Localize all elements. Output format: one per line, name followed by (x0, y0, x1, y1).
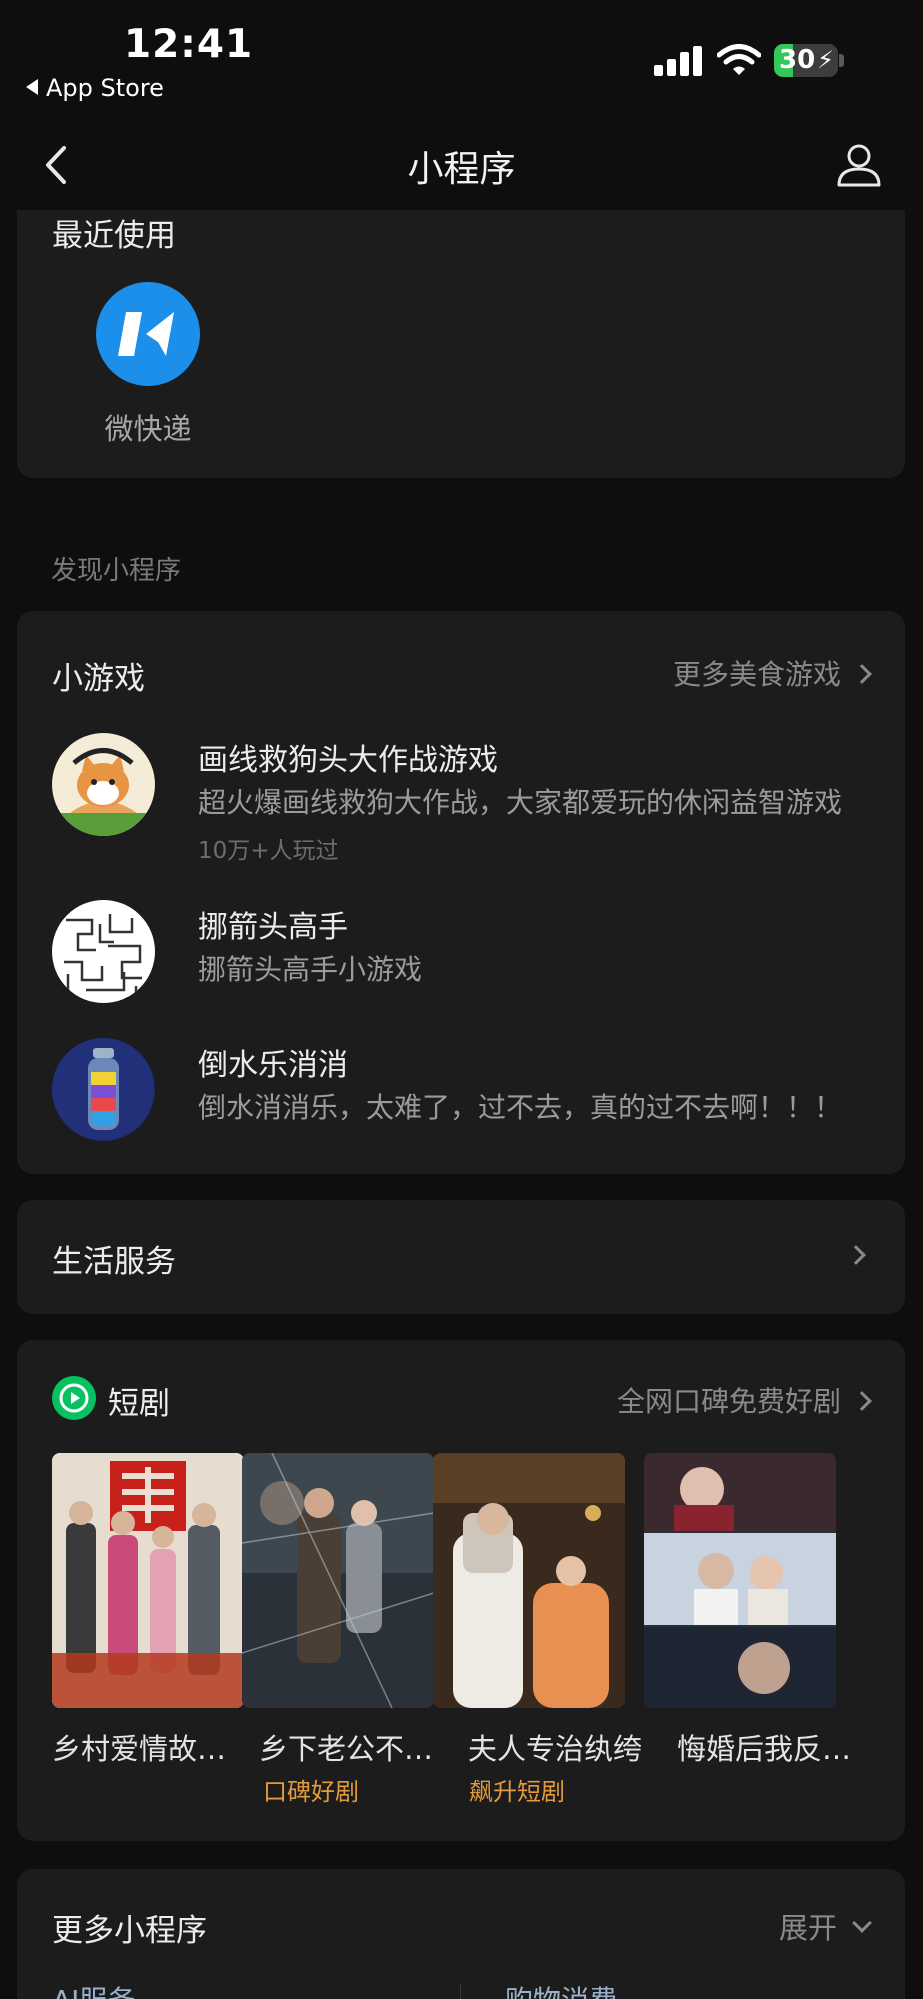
drama-tag: 口碑好剧 (263, 1778, 359, 1806)
games-title: 小游戏 (52, 661, 145, 697)
game-meta: 10万+人玩过 (198, 838, 339, 864)
game-item[interactable]: 挪箭头高手 挪箭头高手小游戏 (52, 900, 882, 1005)
drama-more-label: 全网口碑免费好剧 (616, 1385, 841, 1418)
recent-item-label[interactable]: 微快递 (80, 406, 216, 448)
kuaidi-icon[interactable] (96, 282, 200, 386)
nav-bar: 小程序 (0, 118, 923, 210)
recent-section: 最近使用 微快递 (17, 210, 905, 478)
short-drama-card: 短剧 全网口碑免费好剧 乡村爱情故事多 乡下老公不好惹 夫人专治纨绔 悔婚后我反… (17, 1340, 905, 1841)
game-name: 画线救狗头大作战游戏 (198, 743, 498, 778)
drama-name[interactable]: 夫人专治纨绔 (468, 1726, 660, 1768)
drama-poster[interactable] (52, 1453, 244, 1708)
game-desc: 倒水消消乐，太难了，过不去，真的过不去啊！！！ (198, 1091, 843, 1124)
shiba-dog-icon (52, 733, 155, 836)
drama-title: 短剧 (108, 1386, 170, 1422)
chevron-right-icon (846, 1245, 866, 1265)
games-more-link[interactable]: 更多美食游戏 (672, 653, 872, 693)
back-to-app-store[interactable]: App Store (26, 74, 164, 102)
game-item[interactable]: 倒水乐消消 倒水消消乐，太难了，过不去，真的过不去啊！！！ (52, 1038, 882, 1143)
game-name: 挪箭头高手 (198, 910, 348, 945)
play-logo-icon (52, 1376, 96, 1420)
water-bottle-icon (52, 1038, 155, 1141)
game-desc: 超火爆画线救狗大作战，大家都爱玩的休闲益智游戏 (198, 786, 843, 819)
game-desc: 挪箭头高手小游戏 (198, 953, 423, 986)
category-divider (460, 1983, 461, 1999)
category-shopping[interactable]: 购物消费 (505, 1979, 617, 1999)
category-ai[interactable]: AI服务 (52, 1979, 135, 1999)
chevron-right-icon (852, 1391, 872, 1411)
back-app-label: App Store (46, 74, 164, 102)
drama-poster[interactable] (242, 1453, 434, 1708)
status-bar: 12:41 App Store 30 ⚡ (0, 0, 923, 118)
mini-programs-page: 12:41 App Store 30 ⚡ 小程序 最近使用 微快递 发现小程序 … (0, 0, 923, 1999)
expand-label: 展开 (778, 1911, 837, 1945)
maze-arrow-icon (52, 900, 155, 1003)
drama-name[interactable]: 悔婚后我反手嫁给前任老公 (677, 1726, 869, 1768)
chevron-down-icon (852, 1913, 872, 1933)
mini-games-card: 小游戏 更多美食游戏 画线救狗头大作战游戏 超火爆画线救狗大作战，大家都爱玩的休… (17, 611, 905, 1174)
drama-poster[interactable] (433, 1453, 625, 1708)
user-icon[interactable] (836, 142, 882, 188)
drama-name[interactable]: 乡下老公不好惹 (259, 1726, 451, 1768)
life-services-title: 生活服务 (52, 1244, 176, 1280)
recent-title: 最近使用 (52, 218, 176, 254)
expand-button[interactable]: 展开 (778, 1905, 872, 1947)
chevron-right-icon (852, 664, 872, 684)
drama-name[interactable]: 乡村爱情故事多 (52, 1726, 244, 1768)
page-title: 小程序 (407, 149, 516, 190)
more-programs-title: 更多小程序 (52, 1913, 207, 1949)
charging-bolt-icon: ⚡ (817, 46, 834, 74)
battery-icon: 30 ⚡ (774, 44, 838, 77)
status-time: 12:41 (124, 22, 254, 67)
game-item[interactable]: 画线救狗头大作战游戏 超火爆画线救狗大作战，大家都爱玩的休闲益智游戏 10万+人… (52, 733, 882, 873)
life-services-card[interactable]: 生活服务 (17, 1200, 905, 1314)
battery-cap (839, 54, 844, 67)
drama-more-link[interactable]: 全网口碑免费好剧 (616, 1380, 872, 1420)
wifi-icon (717, 44, 761, 75)
battery-percent: 30 (779, 45, 816, 75)
cellular-signal-icon (654, 46, 702, 76)
back-triangle-icon (26, 79, 38, 95)
drama-tag: 飙升短剧 (469, 1778, 565, 1806)
discover-label: 发现小程序 (51, 556, 182, 586)
games-more-label: 更多美食游戏 (672, 658, 841, 691)
more-programs-card: 更多小程序 展开 AI服务 购物消费 (17, 1869, 905, 1999)
game-name: 倒水乐消消 (198, 1048, 348, 1083)
drama-poster[interactable] (644, 1453, 836, 1708)
